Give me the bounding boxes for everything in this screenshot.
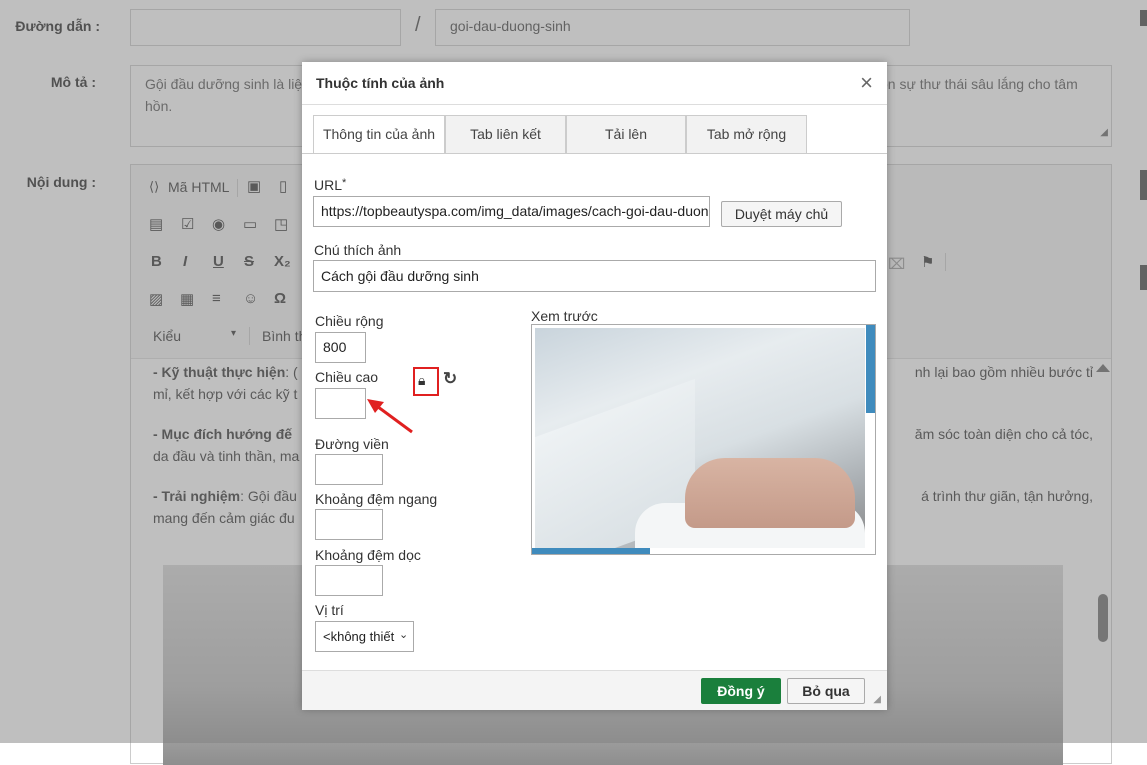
url-label: URL* <box>314 177 347 193</box>
border-input[interactable] <box>315 454 383 485</box>
preview-horizontal-scrollbar[interactable] <box>532 548 650 554</box>
chevron-down-icon: ⌄ <box>399 629 409 641</box>
width-label: Chiều rộng <box>315 313 384 329</box>
preview-label: Xem trước <box>531 308 598 324</box>
tab-image-info[interactable]: Thông tin của ảnh <box>313 115 445 154</box>
height-input[interactable] <box>315 388 366 419</box>
url-input[interactable]: https://topbeautyspa.com/img_data/images… <box>313 196 710 227</box>
height-label: Chiều cao <box>315 369 379 385</box>
align-label: Vị trí <box>315 602 344 618</box>
width-input[interactable]: 800 <box>315 332 366 363</box>
dialog-title: Thuộc tính của ảnh <box>316 75 445 91</box>
preview-vertical-scrollbar[interactable] <box>866 325 875 413</box>
preview-image <box>535 328 865 554</box>
hspace-label: Khoảng đệm ngang <box>315 491 438 507</box>
vspace-label: Khoảng đệm dọc <box>315 547 421 563</box>
align-value: <không thiết <box>323 629 395 644</box>
image-preview <box>531 324 876 555</box>
image-properties-dialog: Thuộc tính của ảnh × Thông tin của ảnh T… <box>302 62 887 710</box>
close-icon[interactable]: × <box>860 72 873 94</box>
hspace-input[interactable] <box>315 509 383 540</box>
alt-text-label: Chú thích ảnh <box>314 242 402 258</box>
border-label: Đường viền <box>315 436 389 452</box>
cancel-button[interactable]: Bỏ qua <box>787 678 865 704</box>
tab-upload[interactable]: Tải lên <box>566 115 686 153</box>
ok-button[interactable]: Đồng ý <box>701 678 781 704</box>
lock-highlight-box <box>413 367 439 396</box>
dialog-resize-icon[interactable]: ◢ <box>873 694 881 705</box>
browse-server-button[interactable]: Duyệt máy chủ <box>721 201 842 227</box>
tab-advanced[interactable]: Tab mở rộng <box>686 115 807 153</box>
annotation-arrow <box>367 399 413 434</box>
alt-text-input[interactable]: Cách gội đầu dưỡng sinh <box>313 260 876 292</box>
vspace-input[interactable] <box>315 565 383 596</box>
reset-size-icon[interactable]: ↻ <box>443 369 457 389</box>
tab-link[interactable]: Tab liên kết <box>445 115 566 153</box>
